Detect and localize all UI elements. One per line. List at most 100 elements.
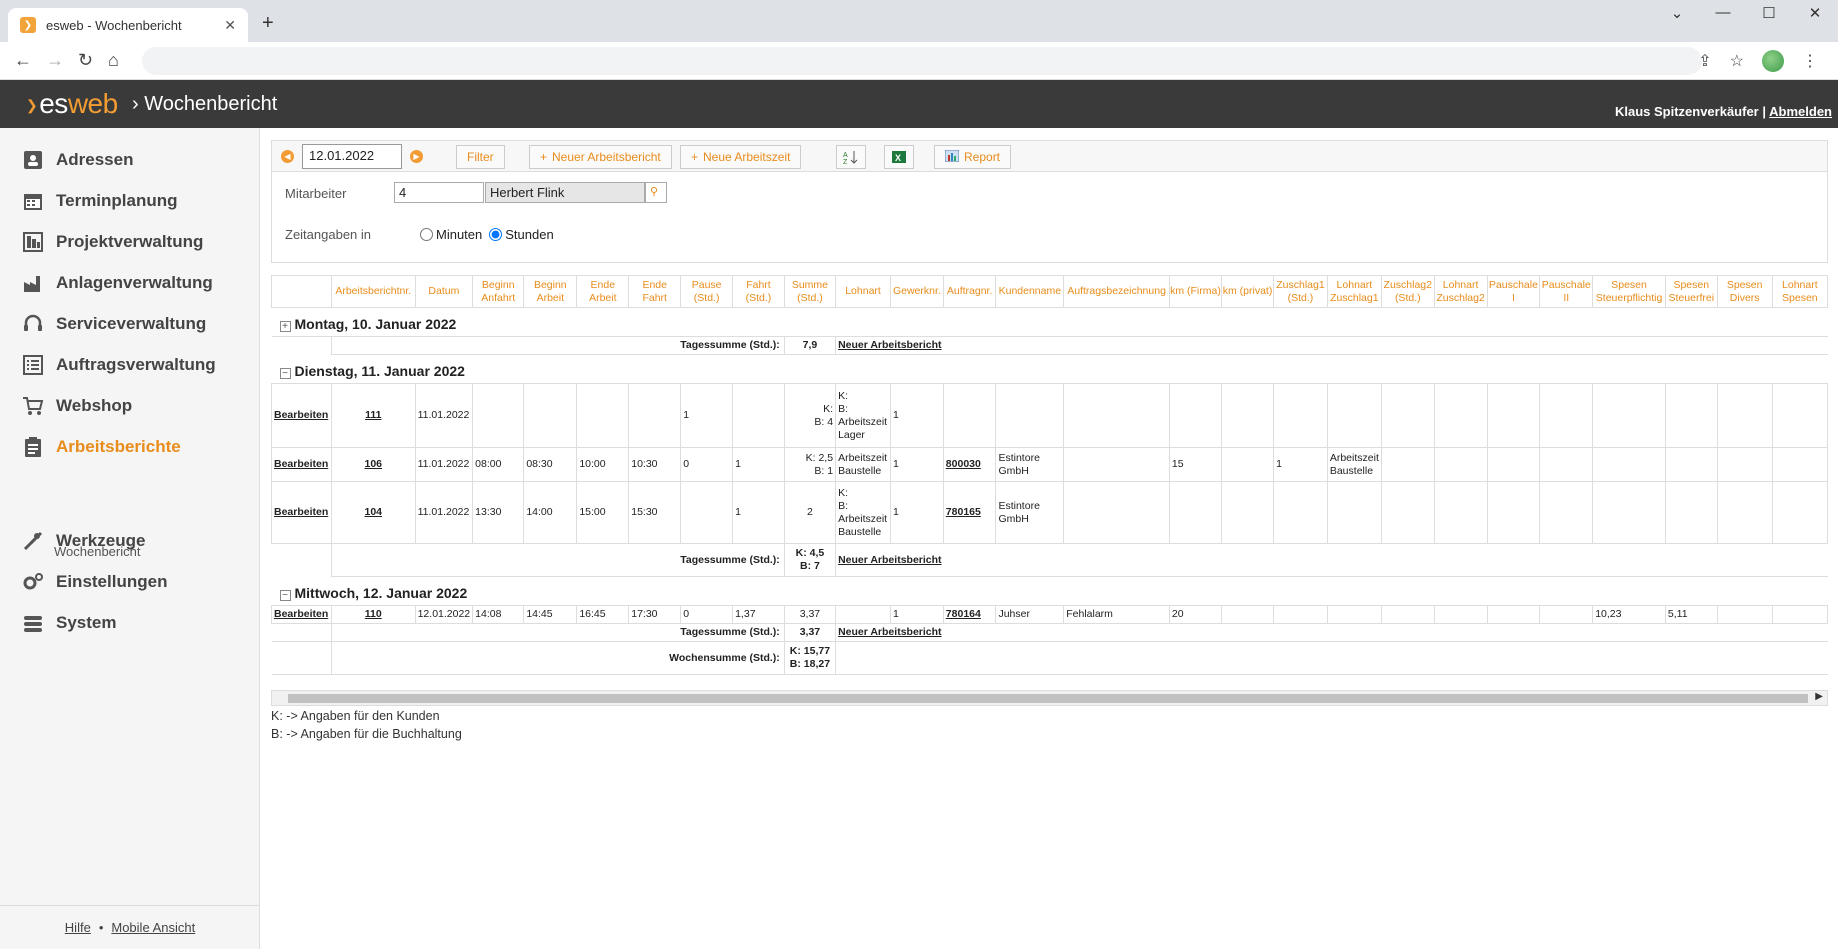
report-number-link[interactable]: 104 [365, 506, 383, 518]
minimize-button[interactable]: — [1700, 4, 1746, 21]
order-number-link[interactable]: 780164 [946, 608, 981, 620]
col-header[interactable]: Pause (Std.) [680, 275, 734, 308]
sidebar-item-werkzeuge[interactable]: Werkzeuge [20, 528, 145, 554]
profile-avatar[interactable] [1762, 50, 1784, 72]
search-employee-icon[interactable]: ⚲ [645, 182, 667, 203]
app-header: ❯esweb › Wochenbericht Klaus Spitzenverk… [0, 80, 1838, 128]
col-header[interactable]: Ende Arbeit [576, 275, 630, 308]
col-header[interactable]: km (Firma) [1168, 275, 1223, 308]
sidebar-item-einstellungen[interactable]: Einstellungen [20, 569, 167, 595]
new-report-link[interactable]: Neuer Arbeitsbericht [838, 554, 941, 566]
hours-radio[interactable] [489, 228, 503, 241]
plus-icon: + [540, 150, 548, 164]
new-tab-button[interactable]: + [262, 12, 274, 35]
col-header[interactable]: Spesen Divers [1716, 275, 1773, 308]
bookmark-star-icon[interactable]: ☆ [1730, 51, 1744, 71]
col-header[interactable]: Auftragnr. [942, 275, 997, 308]
col-header[interactable]: Auftragsbezeichnung [1063, 275, 1170, 308]
url-field[interactable] [142, 47, 1702, 75]
report-number-link[interactable]: 106 [365, 458, 383, 470]
col-header[interactable]: km (privat) [1221, 275, 1275, 308]
new-time-button[interactable]: + Neue Arbeitszeit [680, 145, 802, 169]
esweb-logo[interactable]: ❯esweb [26, 88, 118, 120]
logout-link[interactable]: Abmelden [1769, 104, 1832, 119]
back-arrow-icon[interactable]: ← [14, 50, 32, 71]
breadcrumb-chevron-icon: › [132, 93, 139, 115]
order-number-link[interactable]: 800030 [946, 458, 981, 470]
report-number-link[interactable]: 111 [365, 409, 381, 421]
col-header[interactable]: Gewerknr. [890, 275, 944, 308]
forward-arrow-icon[interactable]: → [46, 50, 64, 71]
browser-tab[interactable]: ❯ esweb - Wochenbericht ✕ [8, 8, 248, 42]
col-header[interactable]: Datum [414, 275, 474, 308]
help-link[interactable]: Hilfe [65, 920, 91, 935]
col-header[interactable]: Lohnart Zuschlag1 [1326, 275, 1382, 308]
share-icon[interactable]: ⇪ [1698, 51, 1711, 71]
new-report-link[interactable]: Neuer Arbeitsbericht [838, 339, 941, 351]
edit-link[interactable]: Bearbeiten [274, 409, 328, 421]
col-header[interactable]: Ende Fahrt [628, 275, 682, 308]
maximize-button[interactable]: ☐ [1746, 4, 1792, 22]
close-window-button[interactable]: ✕ [1792, 4, 1838, 22]
col-header[interactable]: Lohnart Spesen [1771, 275, 1828, 308]
minutes-radio[interactable] [420, 228, 433, 241]
horizontal-scrollbar[interactable]: ▶ [271, 690, 1828, 706]
home-icon[interactable]: ⌂ [108, 50, 119, 71]
employee-name-field[interactable]: Herbert Flink [485, 182, 645, 203]
employee-id-field[interactable]: 4 [394, 182, 484, 203]
sort-icon[interactable]: AZ [836, 145, 866, 169]
col-header[interactable]: Lohnart Zuschlag2 [1433, 275, 1488, 308]
col-header[interactable]: Fahrt (Std.) [732, 275, 785, 308]
col-header[interactable]: Summe (Std.) [783, 275, 837, 308]
tab-close-icon[interactable]: ✕ [224, 17, 236, 34]
edit-link[interactable]: Bearbeiten [274, 608, 328, 620]
col-header[interactable]: Zuschlag1 (Std.) [1273, 275, 1328, 308]
sidebar-item-webshop[interactable]: Webshop [20, 393, 132, 419]
address-card-icon [20, 147, 46, 173]
col-header[interactable]: Pauschale II [1539, 275, 1594, 308]
mobile-view-link[interactable]: Mobile Ansicht [111, 920, 195, 935]
col-header[interactable]: Arbeitsberichtnr. [330, 275, 416, 308]
next-week-icon[interactable]: ▶ [410, 150, 423, 163]
calendar-icon [20, 188, 46, 214]
order-number-link[interactable]: 780165 [946, 506, 981, 518]
prev-week-icon[interactable]: ◀ [281, 150, 294, 163]
sidebar-item-terminplanung[interactable]: Terminplanung [20, 188, 178, 214]
col-header[interactable]: Spesen Steuerfrei [1664, 275, 1718, 308]
svg-text:Z: Z [843, 159, 848, 164]
new-report-button[interactable]: + Neuer Arbeitsbericht [529, 145, 672, 169]
col-header[interactable]: Lohnart [835, 275, 891, 308]
col-header[interactable]: Kundenname [995, 275, 1065, 308]
sidebar-item-adressen[interactable]: Adressen [20, 147, 133, 173]
table-row: Bearbeiten 104 11.01.2022 13:30 14:00 15… [271, 481, 1828, 544]
collapse-day-icon[interactable]: − [279, 590, 291, 601]
time-units-label: Zeitangaben in [285, 227, 372, 242]
sidebar-item-system[interactable]: System [20, 610, 116, 636]
tab-search-chevron-icon[interactable]: ⌄ [1654, 4, 1700, 22]
report-button[interactable]: Report [934, 145, 1012, 169]
col-header[interactable]: Beginn Arbeit [523, 275, 578, 308]
excel-export-icon[interactable]: X [884, 145, 914, 169]
filter-button[interactable]: Filter [456, 145, 505, 169]
col-header[interactable]: Pauschale I [1486, 275, 1541, 308]
svg-text:A: A [843, 152, 848, 159]
date-input[interactable]: 12.01.2022 [302, 144, 402, 169]
col-header[interactable]: Beginn Anfahrt [472, 275, 525, 308]
col-header[interactable]: Spesen Steuerpflichtig [1592, 275, 1666, 308]
sidebar-item-auftragsverwaltung[interactable]: Auftragsverwaltung [20, 352, 216, 378]
new-report-link[interactable]: Neuer Arbeitsbericht [838, 626, 941, 638]
sidebar-item-arbeitsberichte[interactable]: Arbeitsberichte [20, 434, 181, 460]
edit-link[interactable]: Bearbeiten [274, 458, 328, 470]
report-number-link[interactable]: 110 [365, 608, 382, 620]
edit-link[interactable]: Bearbeiten [274, 506, 328, 518]
reload-icon[interactable]: ↻ [78, 50, 93, 71]
menu-dots-icon[interactable]: ⋮ [1802, 51, 1818, 71]
col-header[interactable]: Zuschlag2 (Std.) [1380, 275, 1435, 308]
scroll-right-arrow-icon[interactable]: ▶ [1815, 691, 1823, 702]
expand-day-icon[interactable]: + [279, 321, 291, 332]
collapse-day-icon[interactable]: − [279, 368, 291, 379]
scrollbar-thumb[interactable] [288, 694, 1808, 703]
sidebar-item-anlagenverwaltung[interactable]: Anlagenverwaltung [20, 270, 213, 296]
sidebar-item-serviceverwaltung[interactable]: Serviceverwaltung [20, 311, 206, 337]
sidebar-item-projektverwaltung[interactable]: Projektverwaltung [20, 229, 203, 255]
